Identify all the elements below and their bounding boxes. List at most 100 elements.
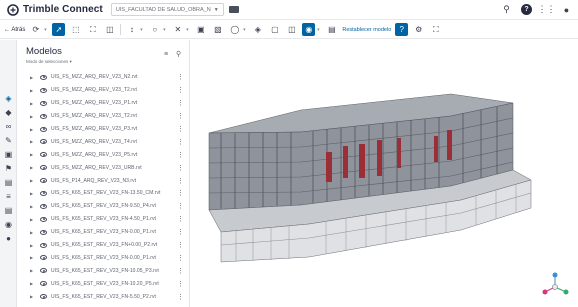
model-list-item[interactable]: ▶ UIS_FS_K65_EST_REV_V23_FN-0.00_P1.rvt ⋮ bbox=[18, 251, 189, 264]
clash-icon[interactable]: ⚑ bbox=[4, 164, 13, 173]
model-list-item[interactable]: ▶ UIS_FS_K65_EST_REV_V23_FN-13.50_CM.rvt ⋮ bbox=[18, 187, 189, 200]
more-options-icon[interactable]: ⋮ bbox=[177, 138, 184, 146]
more-options-icon[interactable]: ⋮ bbox=[177, 215, 184, 223]
chevron-right-icon[interactable]: ▶ bbox=[30, 191, 33, 196]
chevron-right-icon[interactable]: ▶ bbox=[30, 101, 33, 106]
fullscreen-icon[interactable]: ⛶ bbox=[429, 23, 442, 36]
models-icon[interactable]: ◈ bbox=[4, 94, 13, 103]
clip-icon[interactable]: ▣ bbox=[194, 23, 207, 36]
chevron-right-icon[interactable]: ▶ bbox=[30, 165, 33, 170]
eye-icon[interactable] bbox=[40, 216, 47, 222]
eye-icon[interactable] bbox=[40, 242, 47, 248]
markup-icon[interactable]: ○ bbox=[148, 23, 161, 36]
user-icon[interactable]: ● bbox=[561, 4, 572, 15]
chevron-right-icon[interactable]: ▶ bbox=[30, 294, 33, 299]
markup-icon[interactable]: ✎ bbox=[4, 136, 13, 145]
fit-icon[interactable]: ⛶ bbox=[86, 23, 99, 36]
orbit-icon[interactable]: ⟳ bbox=[29, 23, 42, 36]
chevron-down-icon[interactable]: ▾ bbox=[315, 23, 321, 36]
chevron-down-icon[interactable]: ▾ bbox=[161, 23, 167, 36]
eye-icon[interactable] bbox=[40, 165, 47, 171]
chevron-right-icon[interactable]: ▶ bbox=[30, 204, 33, 209]
chevron-right-icon[interactable]: ▶ bbox=[30, 178, 33, 183]
folder-icon[interactable] bbox=[228, 6, 239, 13]
eye-icon[interactable] bbox=[40, 152, 47, 158]
eye-icon[interactable] bbox=[40, 203, 47, 209]
organizer-icon[interactable]: ≡ bbox=[4, 192, 13, 201]
search-icon[interactable]: ⚲ bbox=[501, 4, 512, 15]
chevron-right-icon[interactable]: ▶ bbox=[30, 152, 33, 157]
chevron-right-icon[interactable]: ▶ bbox=[30, 75, 33, 80]
more-options-icon[interactable]: ⋮ bbox=[177, 228, 184, 236]
eye-icon[interactable] bbox=[40, 255, 47, 261]
model-list-item[interactable]: ▶ UIS_FS_MZZ_ARQ_REV_V23_P1.rvt ⋮ bbox=[18, 97, 189, 110]
box-select-icon[interactable]: ⬚ bbox=[69, 23, 82, 36]
eye-icon[interactable] bbox=[40, 178, 47, 184]
explode-icon[interactable]: ✕ bbox=[171, 23, 184, 36]
eye-icon[interactable] bbox=[40, 294, 47, 300]
model-list-item[interactable]: ▶ UIS_FS_MZZ_ARQ_REV_V23_T2.rvt ⋮ bbox=[18, 84, 189, 97]
chevron-down-icon[interactable]: ▾ bbox=[241, 23, 247, 36]
back-button[interactable]: ← Atrás bbox=[4, 27, 25, 33]
chevron-right-icon[interactable]: ▶ bbox=[30, 217, 33, 222]
more-options-icon[interactable]: ⋮ bbox=[177, 189, 184, 197]
reset-icon[interactable]: ▤ bbox=[325, 23, 338, 36]
chevron-right-icon[interactable]: ▶ bbox=[30, 281, 33, 286]
eye-icon[interactable] bbox=[40, 113, 47, 119]
chevron-right-icon[interactable]: ▶ bbox=[30, 88, 33, 93]
model-list-item[interactable]: ▶ UIS_FS_MZZ_ARQ_REV_V23_P5.rvt ⋮ bbox=[18, 148, 189, 161]
chevron-down-icon[interactable]: ▾ bbox=[138, 23, 144, 36]
more-options-icon[interactable]: ⋮ bbox=[177, 280, 184, 288]
more-options-icon[interactable]: ⋮ bbox=[177, 164, 184, 172]
model-list-item[interactable]: ▶ UIS_FS_MZZ_ARQ_REV_V23_N2.rvt ⋮ bbox=[18, 71, 189, 84]
visibility-icon[interactable]: ◉ bbox=[302, 23, 316, 36]
layers-icon[interactable]: ◈ bbox=[251, 23, 264, 36]
axis-gizmo-icon[interactable] bbox=[540, 271, 570, 299]
chevron-right-icon[interactable]: ▶ bbox=[30, 114, 33, 119]
todo-icon[interactable]: ◉ bbox=[4, 220, 13, 229]
chevron-right-icon[interactable]: ▶ bbox=[30, 230, 33, 235]
3d-viewer[interactable] bbox=[191, 40, 578, 307]
more-options-icon[interactable]: ⋮ bbox=[177, 151, 184, 159]
reset-model-button[interactable]: Restablecer modelo bbox=[342, 27, 391, 33]
model-list-item[interactable]: ▶ UIS_FS_MZZ_ARQ_REV_V23_T2.rvt ⋮ bbox=[18, 110, 189, 123]
select-icon[interactable]: ➚ bbox=[52, 23, 66, 36]
chevron-down-icon[interactable]: ▾ bbox=[184, 23, 190, 36]
model-list-item[interactable]: ▶ UIS_FS_P14_ARQ_REV_V23_N3.rvt ⋮ bbox=[18, 174, 189, 187]
model-list-item[interactable]: ▶ UIS_FS_K65_EST_REV_V23_FN-5.50_P2.rvt ⋮ bbox=[18, 290, 189, 303]
chevron-right-icon[interactable]: ▶ bbox=[30, 268, 33, 273]
more-options-icon[interactable]: ⋮ bbox=[177, 86, 184, 94]
model-list-item[interactable]: ▶ UIS_FS_K65_EST_REV_V23_FN+0.00_P2.rvt ⋮ bbox=[18, 239, 189, 252]
building-model[interactable] bbox=[191, 40, 578, 307]
apps-grid-icon[interactable]: ⋮⋮ bbox=[538, 4, 556, 15]
properties-icon[interactable]: ◫ bbox=[285, 23, 298, 36]
view-icon[interactable]: ◯ bbox=[228, 23, 241, 36]
eye-icon[interactable] bbox=[40, 87, 47, 93]
trimble-logo-icon[interactable] bbox=[7, 3, 19, 16]
chevron-right-icon[interactable]: ▶ bbox=[30, 243, 33, 248]
section-icon[interactable]: ◫ bbox=[103, 23, 116, 36]
eye-icon[interactable] bbox=[40, 74, 47, 80]
layers-icon[interactable]: ◆ bbox=[4, 108, 13, 117]
eye-icon[interactable] bbox=[40, 190, 47, 196]
more-options-icon[interactable]: ⋮ bbox=[177, 125, 184, 133]
eye-icon[interactable] bbox=[40, 139, 47, 145]
eye-icon[interactable] bbox=[40, 100, 47, 106]
model-list-item[interactable]: ▶ UIS_FS_MZZ_ARQ_REV_V23_URB.rvt ⋮ bbox=[18, 161, 189, 174]
chevron-right-icon[interactable]: ▶ bbox=[30, 127, 33, 132]
eye-icon[interactable] bbox=[40, 126, 47, 132]
more-options-icon[interactable]: ⋮ bbox=[177, 241, 184, 249]
presentation-icon[interactable]: ▧ bbox=[211, 23, 224, 36]
model-list-item[interactable]: ▶ UIS_FS_K65_EST_REV_V23_FN-9.50_P4.rvt ⋮ bbox=[18, 200, 189, 213]
model-list-item[interactable]: ▶ UIS_FS_MZZ_ARQ_REV_V23_P3.rvt ⋮ bbox=[18, 123, 189, 136]
eye-icon[interactable] bbox=[40, 229, 47, 235]
more-options-icon[interactable]: ⋮ bbox=[177, 293, 184, 301]
model-list-item[interactable]: ▶ UIS_FS_K65_EST_REV_V23_FN-0.00_P1.rvt ⋮ bbox=[18, 226, 189, 239]
views-icon[interactable]: ▣ bbox=[4, 150, 13, 159]
selection-mode-dropdown[interactable]: Modo de selecciones ▾ bbox=[26, 59, 72, 65]
chevron-down-icon[interactable]: ▾ bbox=[42, 23, 48, 36]
search-icon[interactable]: ⚲ bbox=[176, 50, 181, 58]
model-list-item[interactable]: ▶ UIS_FS_K65_EST_REV_V23_FN-10.20_P5.rvt ⋮ bbox=[18, 277, 189, 290]
model-list-item[interactable]: ▶ UIS_FS_K65_EST_REV_V23_FN-10.05_P3.rvt ⋮ bbox=[18, 264, 189, 277]
more-options-icon[interactable]: ⋮ bbox=[177, 112, 184, 120]
